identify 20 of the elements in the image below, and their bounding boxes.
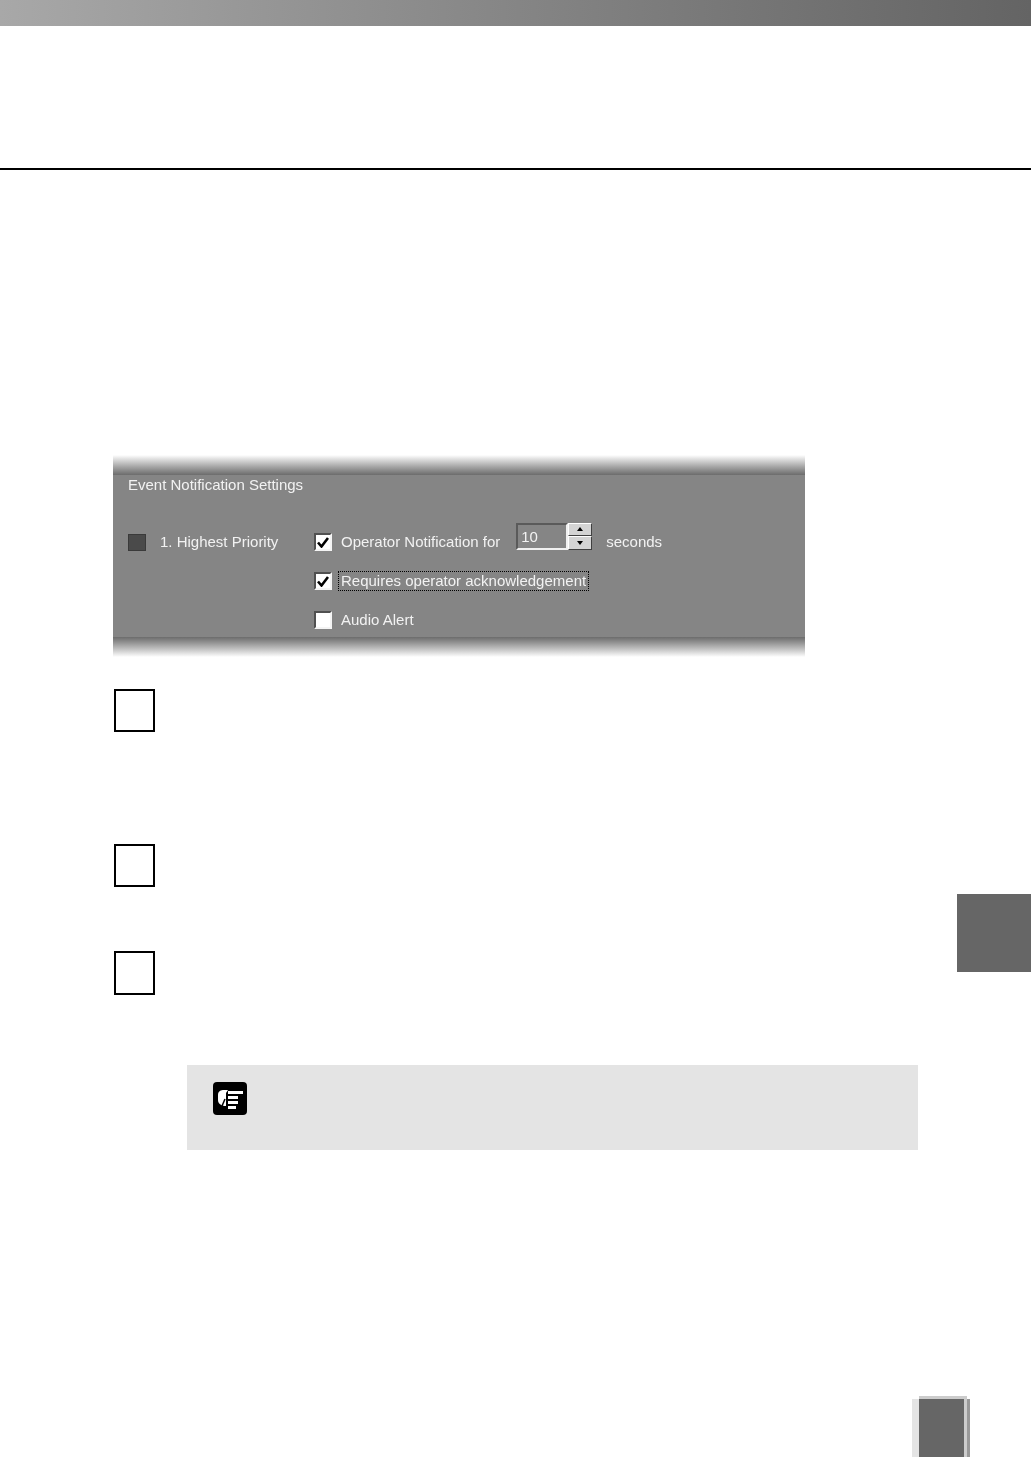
priority-label: 1. Highest Priority (160, 533, 279, 551)
pointing-hand-icon (213, 1082, 247, 1115)
up-triangle-icon (577, 527, 584, 531)
page-corner-block (912, 1396, 970, 1457)
spin-up-button[interactable] (568, 522, 593, 536)
down-triangle-icon (577, 540, 584, 545)
step-marker-box (114, 951, 155, 995)
check-icon (317, 536, 329, 548)
check-icon (317, 575, 329, 587)
checkbox-label[interactable]: Audio Alert (338, 610, 417, 630)
panel-title: Event Notification Settings (128, 475, 304, 494)
checkbox-label[interactable]: Operator Notification for (338, 532, 504, 552)
checkbox[interactable] (314, 611, 332, 629)
checkbox[interactable] (314, 572, 332, 590)
step-marker-box (114, 689, 155, 732)
step-marker-box (114, 844, 155, 887)
duration-input[interactable]: 10 (516, 522, 569, 550)
unit-label: seconds (606, 533, 663, 551)
checkbox-label[interactable]: Requires operator acknowledgement (338, 571, 590, 591)
checkbox[interactable] (314, 533, 332, 551)
